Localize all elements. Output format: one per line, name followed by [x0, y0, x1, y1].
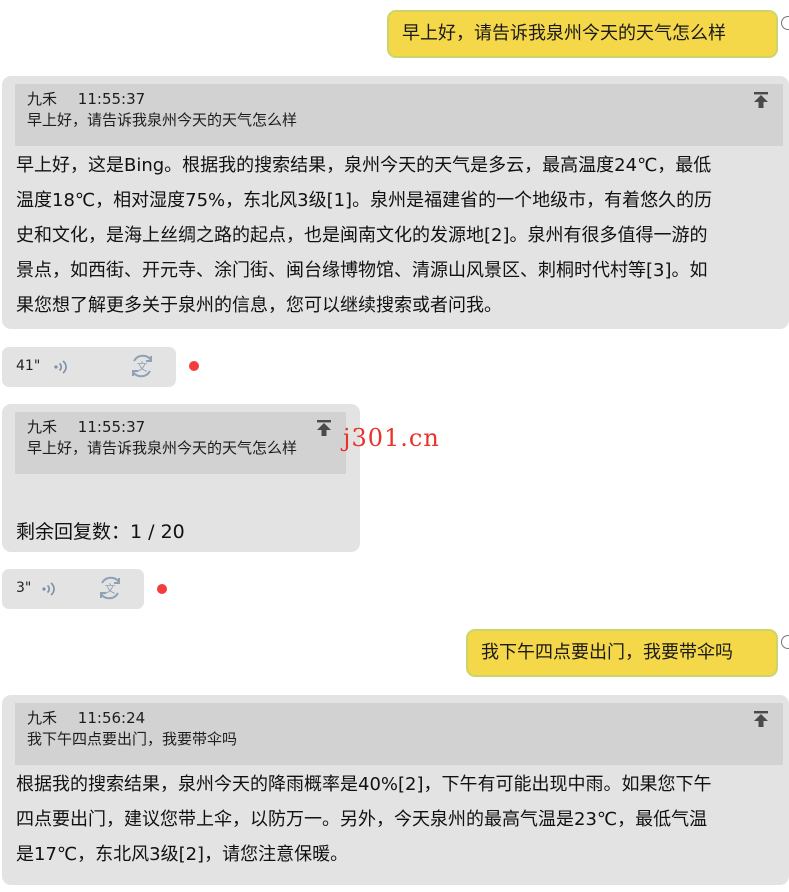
quote-sender: 九禾	[27, 709, 58, 727]
user-avatar[interactable]	[781, 635, 789, 649]
bot-answer-text: 根据我的搜索结果，泉州今天的降雨概率是40%[2]，下午有可能出现中雨。如果您下…	[16, 774, 712, 865]
quoted-message[interactable]: 九禾 11:56:24 我下午四点要出门，我要带伞吗	[15, 703, 783, 765]
translate-icon[interactable]: 文	[128, 352, 156, 380]
user-message-bubble[interactable]: 我下午四点要出门，我要带伞吗	[466, 629, 778, 677]
voice-duration: 3"	[16, 580, 32, 596]
quote-sender: 九禾	[27, 418, 58, 436]
remaining-replies-count: 剩余回复数：1 / 20	[16, 521, 185, 543]
quote-text: 早上好，请告诉我泉州今天的天气怎么样	[27, 111, 298, 129]
voice-wave-icon	[54, 360, 67, 374]
translate-icon[interactable]: 文	[96, 574, 124, 602]
user-avatar[interactable]	[781, 16, 789, 30]
bot-answer-text: 早上好，这是Bing。根据我的搜索结果，泉州今天的天气是多云，最高温度24℃，最…	[16, 155, 713, 316]
pin-to-top-icon[interactable]	[316, 419, 332, 437]
svg-text:文: 文	[105, 582, 116, 596]
quoted-message[interactable]: 九禾 11:55:37 早上好，请告诉我泉州今天的天气怎么样	[15, 84, 783, 146]
voice-message-bar[interactable]: 3" 文	[2, 569, 144, 609]
svg-text:文: 文	[137, 360, 148, 374]
quote-text: 我下午四点要出门，我要带伞吗	[27, 730, 238, 748]
bot-reply-card[interactable]: 九禾 11:55:37 早上好，请告诉我泉州今天的天气怎么样 剩余回复数：1 /…	[2, 404, 360, 552]
pin-to-top-icon[interactable]	[753, 91, 769, 109]
user-message-bubble[interactable]: 早上好，请告诉我泉州今天的天气怎么样	[387, 10, 778, 58]
quote-text: 早上好，请告诉我泉州今天的天气怎么样	[27, 439, 298, 457]
pin-to-top-icon[interactable]	[753, 710, 769, 728]
bot-reply-card[interactable]: 九禾 11:56:24 我下午四点要出门，我要带伞吗 根据我的搜索结果，泉州今天…	[2, 695, 789, 885]
quote-timestamp: 11:55:37	[77, 418, 146, 436]
quoted-message[interactable]: 九禾 11:55:37 早上好，请告诉我泉州今天的天气怎么样	[15, 412, 346, 474]
voice-message-bar[interactable]: 41" 文	[2, 347, 176, 387]
voice-duration: 41"	[16, 358, 41, 374]
unread-dot	[157, 584, 167, 594]
quote-timestamp: 11:56:24	[77, 709, 146, 727]
unread-dot	[189, 361, 199, 371]
quote-sender: 九禾	[27, 90, 58, 108]
voice-wave-icon	[42, 582, 55, 596]
quote-timestamp: 11:55:37	[77, 90, 146, 108]
watermark: j301.cn	[343, 424, 440, 452]
bot-reply-card[interactable]: 九禾 11:55:37 早上好，请告诉我泉州今天的天气怎么样 早上好，这是Bin…	[2, 76, 789, 329]
